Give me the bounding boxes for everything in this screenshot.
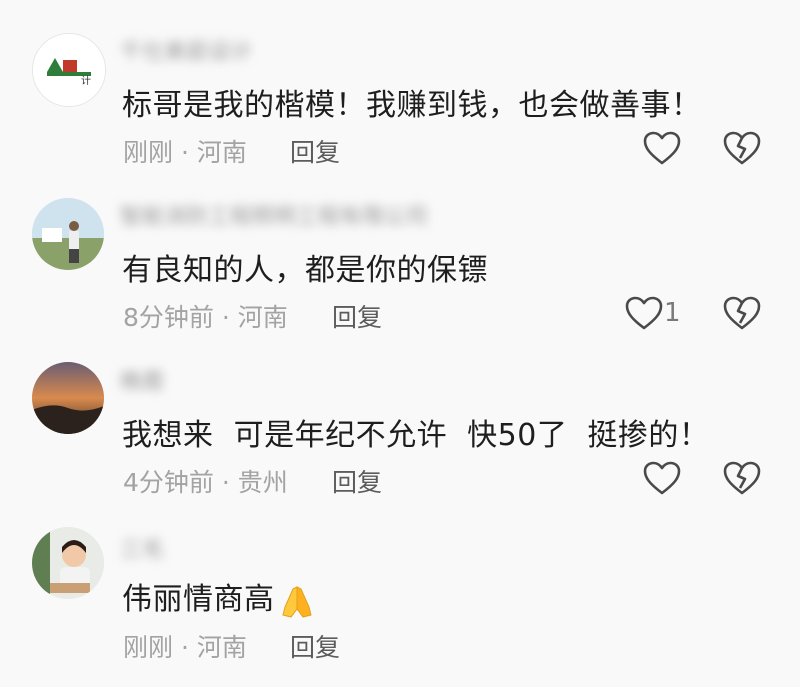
child-photo-icon	[32, 527, 104, 599]
username[interactable]: 三毛	[120, 532, 164, 558]
avatar[interactable]	[32, 527, 104, 599]
meta-separator: ·	[180, 633, 189, 662]
reply-button[interactable]: 回复	[290, 628, 340, 664]
comment-item: 三毛 伟丽情商高 刚刚 · 河南 回复	[0, 0, 800, 687]
folded-hands-emoji-icon	[277, 581, 317, 621]
comment-meta: 刚刚 · 河南	[123, 628, 247, 664]
comment-text: 伟丽情商高	[122, 574, 317, 621]
comment-text-content: 伟丽情商高	[122, 582, 275, 617]
comment-location: 河南	[196, 633, 247, 662]
comment-time: 刚刚	[123, 633, 174, 662]
